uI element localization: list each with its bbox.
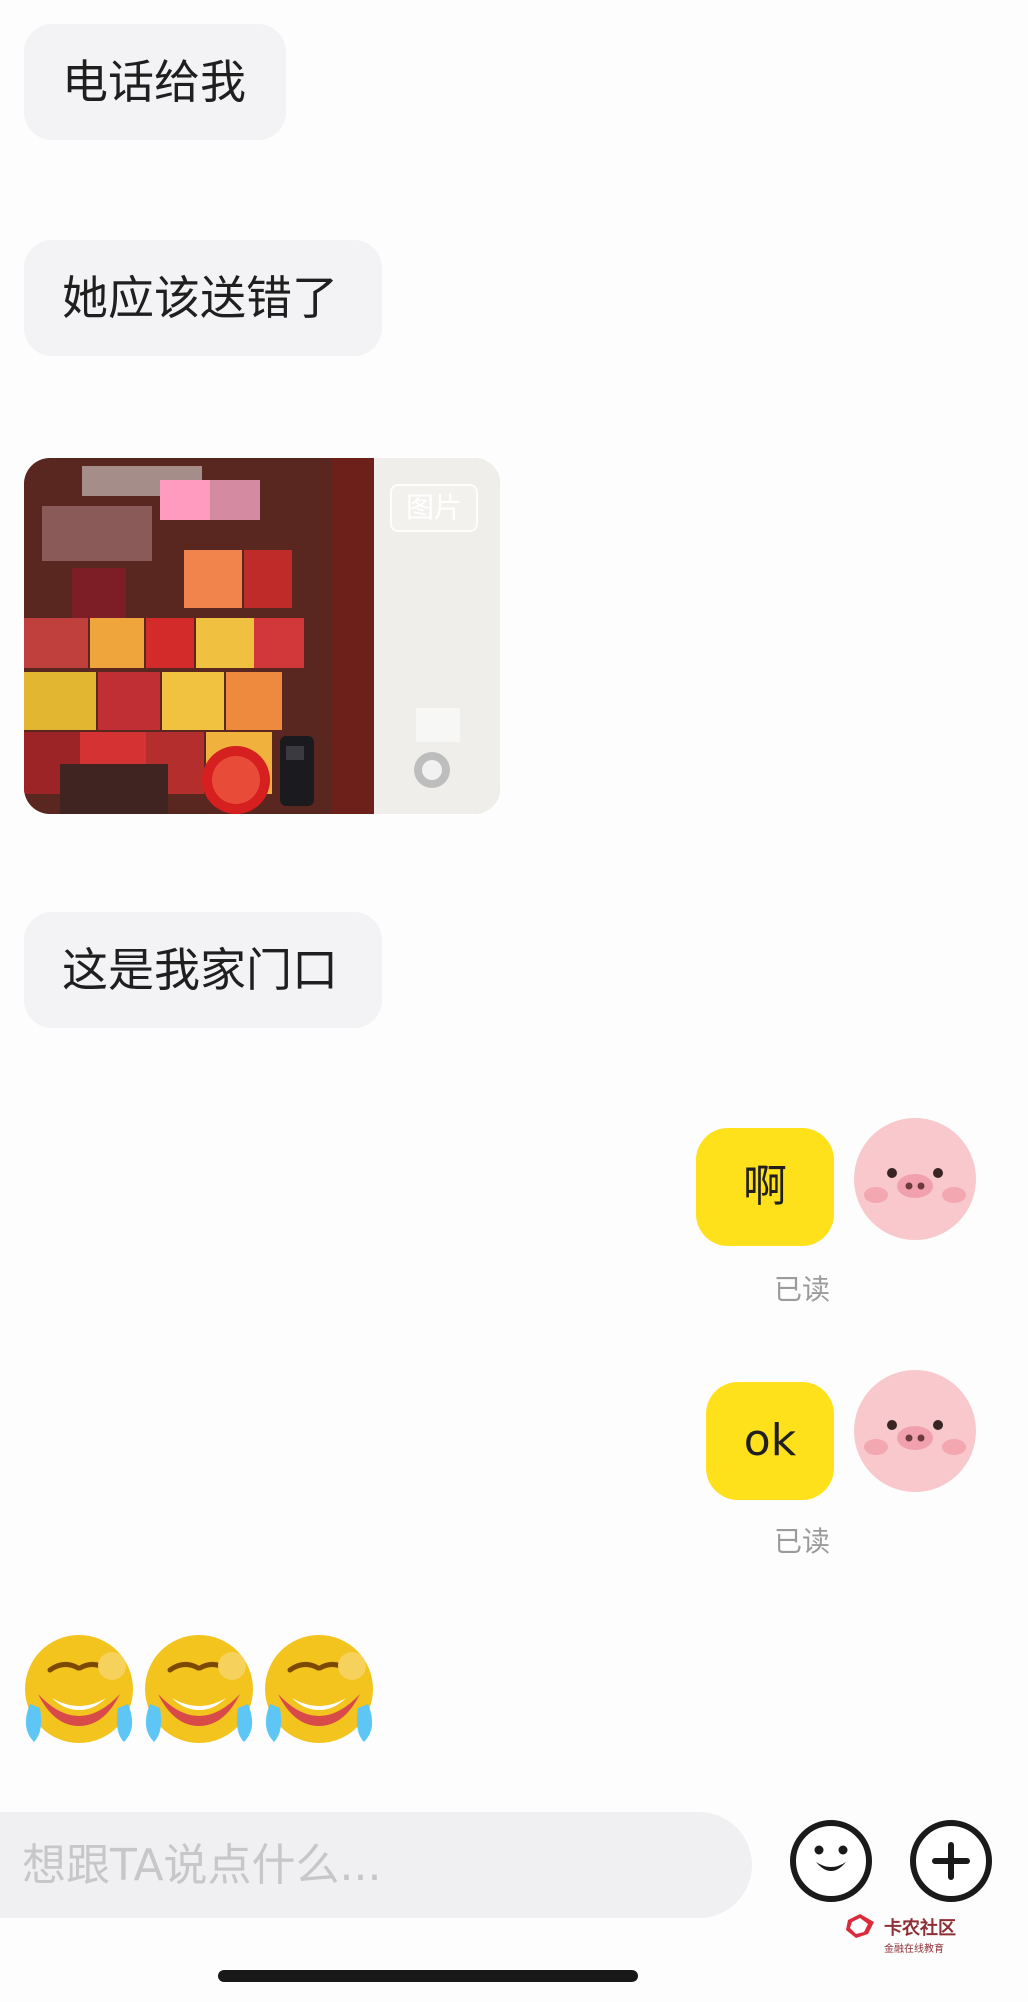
watermark-subtitle: 金融在线教育 <box>884 1944 944 1955</box>
avatar[interactable] <box>854 1370 976 1492</box>
crying-laughing-emoji-icon <box>145 1635 253 1743</box>
incoming-message-text: 电话给我 <box>62 55 246 109</box>
chat-page: 电话给我 她应该送错了 图片 这是我家门口 啊 已读 ok 已读 想跟TA说点什… <box>0 0 1028 2002</box>
message-input-placeholder: 想跟TA说点什么... <box>22 1840 382 1891</box>
image-message[interactable]: 图片 <box>24 458 500 814</box>
add-button[interactable] <box>910 1820 992 1902</box>
kanong-logo-icon <box>846 1914 874 1938</box>
outgoing-message-text: 啊 <box>743 1161 787 1212</box>
pig-avatar-icon <box>854 1370 976 1492</box>
emoji-button[interactable] <box>790 1820 872 1902</box>
incoming-message-text: 这是我家门口 <box>62 943 338 997</box>
smile-icon <box>814 1845 848 1871</box>
watermark: 卡农社区 金融在线教育 <box>842 1910 966 1968</box>
outgoing-message-text: ok <box>743 1415 797 1466</box>
incoming-message-bubble[interactable]: 这是我家门口 <box>24 912 382 1028</box>
outgoing-message-bubble[interactable]: ok <box>706 1382 834 1500</box>
incoming-message-text: 她应该送错了 <box>62 271 338 325</box>
watermark-title: 卡农社区 <box>884 1918 956 1939</box>
avatar[interactable] <box>854 1118 976 1240</box>
incoming-message-bubble[interactable]: 她应该送错了 <box>24 240 382 356</box>
outgoing-message-bubble[interactable]: 啊 <box>696 1128 834 1246</box>
message-input[interactable]: 想跟TA说点什么... <box>0 1812 752 1918</box>
read-status-label: 已读 <box>774 1525 831 1558</box>
crying-laughing-emoji-icon <box>265 1635 373 1743</box>
image-type-tag: 图片 <box>389 484 478 532</box>
read-status-label: 已读 <box>774 1273 831 1306</box>
home-indicator <box>218 1970 638 1982</box>
crying-laughing-emoji-icon <box>25 1635 133 1743</box>
crying-laughing-emoji[interactable] <box>260 1630 378 1748</box>
incoming-message-bubble[interactable]: 电话给我 <box>24 24 286 140</box>
crying-laughing-emoji[interactable] <box>140 1630 258 1748</box>
pig-avatar-icon <box>854 1118 976 1240</box>
crying-laughing-emoji[interactable] <box>20 1630 138 1748</box>
plus-icon <box>932 1842 970 1880</box>
